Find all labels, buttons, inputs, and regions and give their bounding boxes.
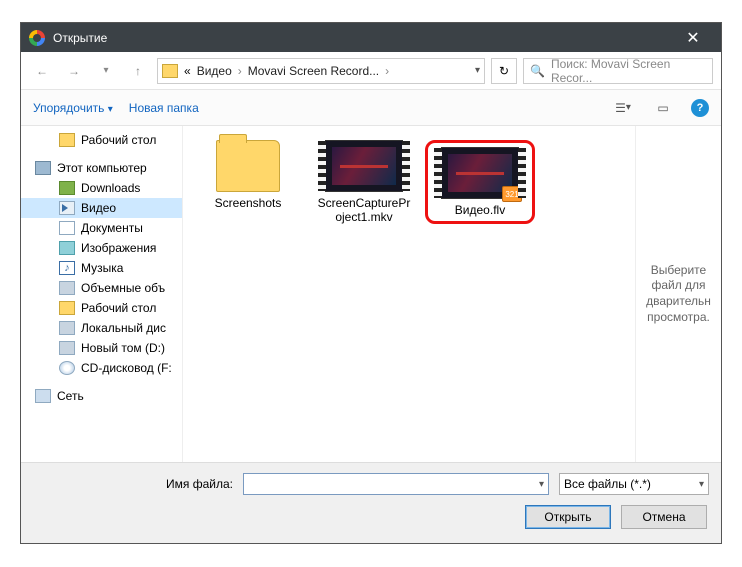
refresh-button[interactable]: ↻ [491, 58, 517, 84]
document-icon [59, 221, 75, 235]
chrome-icon [29, 30, 45, 46]
download-icon [59, 181, 75, 195]
nav-row: ← → ▾ ↑ « Видео › Movavi Screen Record..… [21, 52, 721, 90]
tree-new-volume[interactable]: Новый том (D:) [21, 338, 182, 358]
search-box[interactable]: 🔍 Поиск: Movavi Screen Recor... [523, 58, 713, 84]
cancel-button[interactable]: Отмена [621, 505, 707, 529]
file-label: ScreenCapturePr oject1.mkv [318, 196, 411, 224]
open-dialog: Открытие ✕ ← → ▾ ↑ « Видео › Movavi Scre… [20, 22, 722, 544]
disk-icon [59, 321, 75, 335]
tree-pictures[interactable]: Изображения [21, 238, 182, 258]
tree-this-pc[interactable]: Этот компьютер [21, 158, 182, 178]
organize-button[interactable]: Упорядочить ▾ [33, 101, 113, 115]
new-folder-button[interactable]: Новая папка [129, 101, 199, 115]
address-bar[interactable]: « Видео › Movavi Screen Record... › ▾ [157, 58, 485, 84]
dialog-body: Рабочий стол Этот компьютер Downloads Ви… [21, 126, 721, 462]
tree-network[interactable]: Сеть [21, 386, 182, 406]
history-dropdown[interactable]: ▾ [93, 58, 119, 84]
back-button[interactable]: ← [29, 58, 55, 84]
preview-text: Выберите файл для дварительн просмотра. [640, 263, 717, 325]
file-list[interactable]: Screenshots ScreenCapturePr oject1.mkv 3… [183, 126, 635, 462]
tree-local-disk[interactable]: Локальный дис [21, 318, 182, 338]
file-label: Видео.flv [455, 203, 505, 217]
preview-pane: Выберите файл для дварительн просмотра. [635, 126, 721, 462]
folder-icon [216, 140, 280, 192]
window-title: Открытие [53, 31, 673, 45]
tree-documents[interactable]: Документы [21, 218, 182, 238]
content-area: Screenshots ScreenCapturePr oject1.mkv 3… [183, 126, 721, 462]
image-icon [59, 241, 75, 255]
folder-icon [59, 301, 75, 315]
objects-icon [59, 281, 75, 295]
titlebar: Открытие ✕ [21, 23, 721, 52]
tree-downloads[interactable]: Downloads [21, 178, 182, 198]
folder-icon [162, 64, 178, 78]
tree-3d[interactable]: Объемные объ [21, 278, 182, 298]
disk-icon [59, 341, 75, 355]
filename-label: Имя файла: [33, 477, 233, 491]
forward-button[interactable]: → [61, 58, 87, 84]
tree-desktop2[interactable]: Рабочий стол [21, 298, 182, 318]
breadcrumb-sep: › [238, 64, 242, 78]
file-screencapture[interactable]: ScreenCapturePr oject1.mkv [309, 140, 419, 224]
video-icon [59, 201, 75, 215]
file-video-flv[interactable]: 321 Видео.flv [425, 140, 535, 224]
tree-video[interactable]: Видео [21, 198, 182, 218]
chevron-down-icon[interactable]: ▾ [699, 479, 704, 490]
pc-icon [35, 161, 51, 175]
tree-cd-drive[interactable]: CD-дисковод (F: [21, 358, 182, 378]
video-thumb-icon: 321 [441, 147, 519, 199]
address-dropdown-icon[interactable]: ▾ [475, 65, 480, 76]
breadcrumb-folder[interactable]: Movavi Screen Record... [248, 64, 379, 78]
mpc-badge-icon: 321 [502, 186, 522, 202]
search-icon: 🔍 [530, 64, 545, 78]
file-screenshots[interactable]: Screenshots [193, 140, 303, 210]
tree-music[interactable]: ♪Музыка [21, 258, 182, 278]
help-button[interactable]: ? [691, 99, 709, 117]
footer: Имя файла: ▾ Все файлы (*.*) ▾ Открыть О… [21, 462, 721, 543]
up-button[interactable]: ↑ [125, 58, 151, 84]
open-button[interactable]: Открыть [525, 505, 611, 529]
file-label: Screenshots [215, 196, 282, 210]
breadcrumb-video[interactable]: Видео [197, 64, 232, 78]
toolbar: Упорядочить ▾ Новая папка ☰ ▾ ▭ ? [21, 90, 721, 126]
preview-pane-button[interactable]: ▭ [651, 96, 675, 120]
filename-input[interactable]: ▾ [243, 473, 549, 495]
nav-tree: Рабочий стол Этот компьютер Downloads Ви… [21, 126, 183, 462]
filetype-filter[interactable]: Все файлы (*.*) ▾ [559, 473, 709, 495]
folder-icon [59, 133, 75, 147]
breadcrumb-sep: › [385, 64, 389, 78]
view-options-button[interactable]: ☰ ▾ [611, 96, 635, 120]
close-button[interactable]: ✕ [673, 28, 713, 48]
cd-icon [59, 361, 75, 375]
search-placeholder: Поиск: Movavi Screen Recor... [551, 57, 706, 85]
breadcrumb-chevron[interactable]: « [184, 64, 191, 78]
chevron-down-icon[interactable]: ▾ [539, 479, 544, 490]
network-icon [35, 389, 51, 403]
music-icon: ♪ [59, 261, 75, 275]
tree-desktop[interactable]: Рабочий стол [21, 130, 182, 150]
video-thumb-icon [325, 140, 403, 192]
